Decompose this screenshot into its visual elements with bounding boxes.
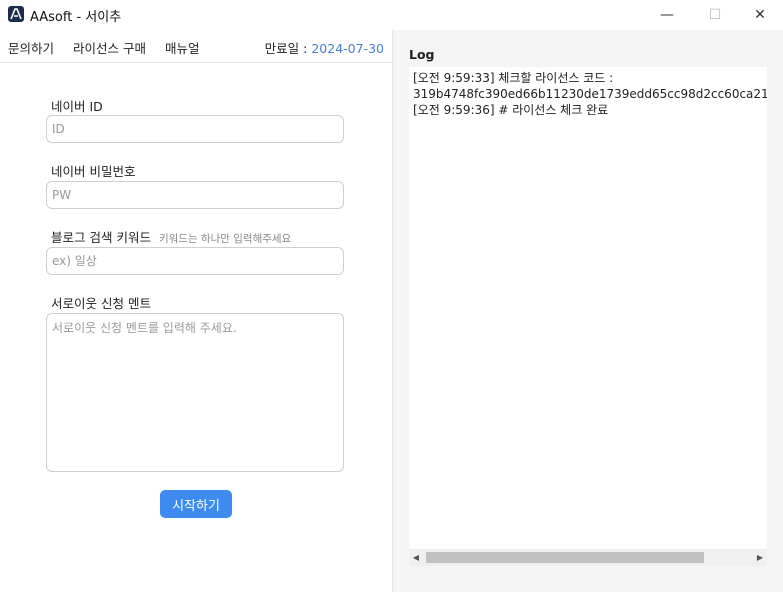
- log-title: Log: [409, 47, 435, 62]
- comment-textarea[interactable]: [46, 313, 344, 472]
- menu-bar: 문의하기 라이선스 구매 매뉴얼 만료일 : 2024-07-30: [0, 30, 392, 63]
- keyword-label: 블로그 검색 키워드: [51, 230, 151, 245]
- keyword-input[interactable]: [46, 247, 344, 275]
- maximize-button[interactable]: ☐: [692, 0, 738, 30]
- keyword-hint: 키워드는 하나만 입력해주세요: [158, 233, 292, 245]
- close-button[interactable]: ✕: [737, 0, 783, 30]
- scroll-right-arrow-icon[interactable]: ▶: [753, 549, 767, 566]
- menu-item-contact[interactable]: 문의하기: [8, 38, 54, 57]
- minimize-button[interactable]: —: [644, 0, 690, 30]
- keyword-label-row: 블로그 검색 키워드 키워드는 하나만 입력해주세요: [51, 227, 291, 246]
- log-line: 319b4748fc390ed66b11230de1739edd65cc98d2…: [413, 87, 767, 101]
- pw-input[interactable]: [46, 181, 344, 209]
- scroll-thumb[interactable]: [426, 552, 704, 563]
- start-button[interactable]: 시작하기: [160, 490, 232, 518]
- expiry-info: 만료일 : 2024-07-30: [265, 38, 384, 57]
- title-bar: AAsoft - 서이추 — ☐ ✕: [0, 0, 783, 30]
- log-panel: Log [오전 9:59:33] 체크할 라이선스 코드 : 319b4748f…: [393, 30, 783, 592]
- horizontal-scrollbar[interactable]: ◀ ▶: [409, 549, 767, 566]
- window-title: AAsoft - 서이추: [30, 10, 122, 25]
- id-input[interactable]: [46, 115, 344, 143]
- expiry-date: 2024-07-30: [311, 41, 384, 56]
- comment-label: 서로이웃 신청 멘트: [51, 296, 151, 311]
- log-line: [오전 9:59:33] 체크할 라이선스 코드 :: [413, 71, 614, 85]
- log-box[interactable]: [오전 9:59:33] 체크할 라이선스 코드 : 319b4748fc390…: [409, 67, 767, 566]
- pw-label: 네이버 비밀번호: [51, 164, 136, 179]
- app-logo-icon: [8, 6, 24, 22]
- log-line: [오전 9:59:36] # 라이선스 체크 완료: [413, 103, 609, 117]
- expiry-label: 만료일 :: [264, 41, 312, 56]
- menu-item-buy-license[interactable]: 라이선스 구매: [73, 38, 146, 57]
- left-panel: 문의하기 라이선스 구매 매뉴얼 만료일 : 2024-07-30 네이버 ID…: [0, 30, 393, 592]
- log-lines: [오전 9:59:33] 체크할 라이선스 코드 : 319b4748fc390…: [413, 70, 767, 118]
- scroll-left-arrow-icon[interactable]: ◀: [409, 549, 423, 566]
- id-label: 네이버 ID: [51, 99, 103, 114]
- menu-item-manual[interactable]: 매뉴얼: [165, 38, 200, 57]
